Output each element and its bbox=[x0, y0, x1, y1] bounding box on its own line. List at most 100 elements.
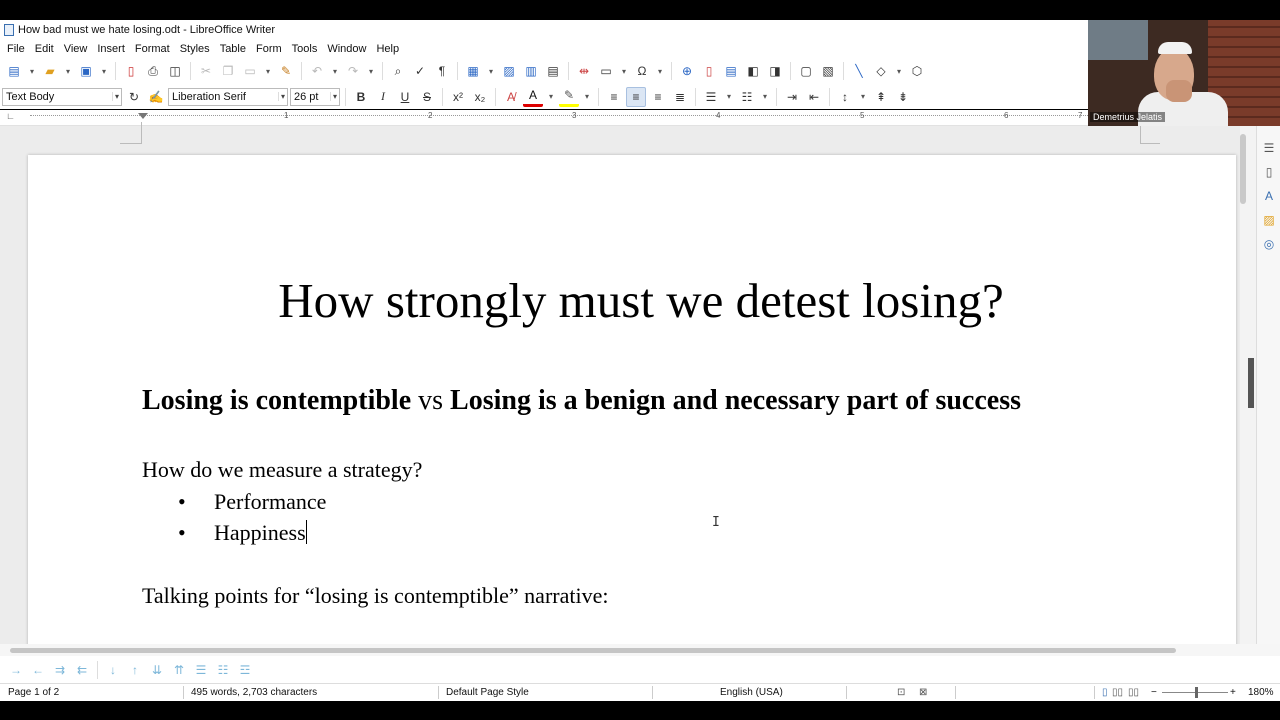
zoom-out-icon[interactable]: − bbox=[1151, 687, 1157, 698]
new-style-icon[interactable]: ✍ bbox=[146, 87, 166, 107]
print-icon[interactable]: ⎙ bbox=[143, 61, 163, 81]
menu-tools[interactable]: Tools bbox=[287, 43, 323, 55]
question-paragraph[interactable]: How do we measure a strategy? bbox=[142, 456, 422, 484]
decrease-indent-icon[interactable]: ⇤ bbox=[804, 87, 824, 107]
insert-mode-icon[interactable]: ⊡ bbox=[897, 687, 905, 698]
menu-help[interactable]: Help bbox=[371, 43, 404, 55]
zoom-level[interactable]: 180% bbox=[1248, 687, 1274, 698]
page-icon[interactable]: ▯ bbox=[1259, 162, 1279, 182]
save-dropdown-chevron-icon[interactable]: ▾ bbox=[98, 61, 110, 81]
multi-page-view-icon[interactable]: ▯▯ bbox=[1112, 687, 1123, 698]
cut-icon[interactable]: ✂ bbox=[196, 61, 216, 81]
align-right-icon[interactable]: ≡ bbox=[648, 87, 668, 107]
document-subtitle[interactable]: Losing is contemptible vs Losing is a be… bbox=[142, 384, 1021, 418]
paragraph-style-combo[interactable]: Text Body ▾ bbox=[2, 87, 122, 106]
insert-image-icon[interactable]: ▨ bbox=[499, 61, 519, 81]
endnote-icon[interactable]: ▤ bbox=[721, 61, 741, 81]
book-view-icon[interactable]: ▯▯ bbox=[1128, 687, 1139, 698]
list-dropdown-chevron-icon[interactable]: ▾ bbox=[723, 87, 735, 107]
clear-formatting-icon[interactable]: A̸ bbox=[501, 87, 521, 107]
sidebar-collapse-handle[interactable] bbox=[1248, 358, 1254, 408]
bookmark-icon[interactable]: ◧ bbox=[743, 61, 763, 81]
update-style-icon[interactable]: ↻ bbox=[124, 87, 144, 107]
special-character-icon[interactable]: Ω bbox=[632, 61, 652, 81]
highlight-color-icon[interactable]: ✎ bbox=[559, 87, 579, 107]
font-color-dropdown-chevron-icon[interactable]: ▾ bbox=[545, 87, 557, 107]
menu-file[interactable]: File bbox=[2, 43, 30, 55]
promote-outline-level-icon[interactable]: ← bbox=[28, 660, 48, 680]
open-dropdown-chevron-icon[interactable]: ▾ bbox=[62, 61, 74, 81]
copy-icon[interactable]: ❐ bbox=[218, 61, 238, 81]
formatting-marks-icon[interactable]: ¶ bbox=[432, 61, 452, 81]
new-dropdown-chevron-icon[interactable]: ▾ bbox=[26, 61, 38, 81]
line-spacing-icon[interactable]: ↕ bbox=[835, 87, 855, 107]
move-item-down-icon[interactable]: ↓ bbox=[103, 660, 123, 680]
redo-dropdown-chevron-icon[interactable]: ▾ bbox=[365, 61, 377, 81]
menu-table[interactable]: Table bbox=[215, 43, 251, 55]
indent-marker-icon[interactable] bbox=[138, 113, 148, 119]
styles-icon[interactable]: A bbox=[1259, 186, 1279, 206]
word-count[interactable]: 495 words, 2,703 characters bbox=[191, 687, 317, 698]
horizontal-scrollbar[interactable] bbox=[0, 644, 1280, 656]
page-count[interactable]: Page 1 of 2 bbox=[8, 687, 59, 698]
selection-mode-icon[interactable]: ⊠ bbox=[919, 687, 927, 698]
insert-table-icon[interactable]: ▦ bbox=[463, 61, 483, 81]
insert-text-box-icon[interactable]: ▤ bbox=[543, 61, 563, 81]
paste-icon[interactable]: ▭ bbox=[240, 61, 260, 81]
font-color-icon[interactable]: A bbox=[523, 87, 543, 107]
menu-format[interactable]: Format bbox=[130, 43, 175, 55]
increase-paragraph-spacing-icon[interactable]: ⇞ bbox=[871, 87, 891, 107]
undo-icon[interactable]: ↶ bbox=[307, 61, 327, 81]
menu-styles[interactable]: Styles bbox=[175, 43, 215, 55]
highlight-dropdown-chevron-icon[interactable]: ▾ bbox=[581, 87, 593, 107]
menu-window[interactable]: Window bbox=[322, 43, 371, 55]
list-item[interactable]: Happiness bbox=[214, 519, 307, 547]
justify-icon[interactable]: ≣ bbox=[670, 87, 690, 107]
menu-insert[interactable]: Insert bbox=[92, 43, 130, 55]
menu-view[interactable]: View bbox=[59, 43, 93, 55]
insert-field-icon[interactable]: ▭ bbox=[596, 61, 616, 81]
redo-icon[interactable]: ↷ bbox=[343, 61, 363, 81]
promote-with-subpoints-icon[interactable]: ⇇ bbox=[72, 660, 92, 680]
demote-with-subpoints-icon[interactable]: ⇉ bbox=[50, 660, 70, 680]
demote-outline-level-icon[interactable]: → bbox=[6, 660, 26, 680]
horizontal-ruler[interactable]: ∟ 1 2 3 4 5 6 7 bbox=[0, 110, 1090, 126]
undo-dropdown-chevron-icon[interactable]: ▾ bbox=[329, 61, 341, 81]
font-name-combo[interactable]: Liberation Serif ▾ bbox=[168, 87, 288, 106]
new-document-icon[interactable]: ▤ bbox=[4, 61, 24, 81]
spelling-icon[interactable]: ✓ bbox=[410, 61, 430, 81]
track-changes-icon[interactable]: ▧ bbox=[818, 61, 838, 81]
horizontal-scroll-thumb[interactable] bbox=[10, 648, 1176, 653]
italic-icon[interactable]: I bbox=[373, 87, 393, 107]
underline-icon[interactable]: U bbox=[395, 87, 415, 107]
tab-stop-icon[interactable]: ∟ bbox=[6, 111, 15, 121]
restart-numbering-icon[interactable]: ☷ bbox=[213, 660, 233, 680]
cross-reference-icon[interactable]: ◨ bbox=[765, 61, 785, 81]
list-item[interactable]: Performance bbox=[214, 488, 326, 516]
table-dropdown-chevron-icon[interactable]: ▾ bbox=[485, 61, 497, 81]
menu-edit[interactable]: Edit bbox=[30, 43, 59, 55]
ordered-list-dropdown-chevron-icon[interactable]: ▾ bbox=[759, 87, 771, 107]
insert-unnumbered-entry-icon[interactable]: ☰ bbox=[191, 660, 211, 680]
shapes-dropdown-chevron-icon[interactable]: ▾ bbox=[893, 61, 905, 81]
insert-chart-icon[interactable]: ▥ bbox=[521, 61, 541, 81]
menu-form[interactable]: Form bbox=[251, 43, 287, 55]
vertical-scroll-thumb[interactable] bbox=[1240, 134, 1246, 204]
gallery-icon[interactable]: ▨ bbox=[1259, 210, 1279, 230]
properties-icon[interactable]: ☰ bbox=[1259, 138, 1279, 158]
insert-line-icon[interactable]: ╲ bbox=[849, 61, 869, 81]
move-item-up-icon[interactable]: ↑ bbox=[125, 660, 145, 680]
basic-shapes-icon[interactable]: ◇ bbox=[871, 61, 891, 81]
language[interactable]: English (USA) bbox=[720, 687, 783, 698]
bold-icon[interactable]: B bbox=[351, 87, 371, 107]
field-dropdown-chevron-icon[interactable]: ▾ bbox=[618, 61, 630, 81]
ordered-list-icon[interactable]: ☷ bbox=[737, 87, 757, 107]
hyperlink-icon[interactable]: ⊕ bbox=[677, 61, 697, 81]
zoom-in-icon[interactable]: + bbox=[1230, 687, 1236, 698]
open-folder-icon[interactable]: ▰ bbox=[40, 61, 60, 81]
move-down-with-subpoints-icon[interactable]: ⇊ bbox=[147, 660, 167, 680]
chevron-down-icon[interactable]: ▾ bbox=[329, 92, 337, 101]
bullets-numbering-dialog-icon[interactable]: ☲ bbox=[235, 660, 255, 680]
find-replace-icon[interactable]: ⌕ bbox=[388, 61, 408, 81]
footnote-icon[interactable]: ▯ bbox=[699, 61, 719, 81]
